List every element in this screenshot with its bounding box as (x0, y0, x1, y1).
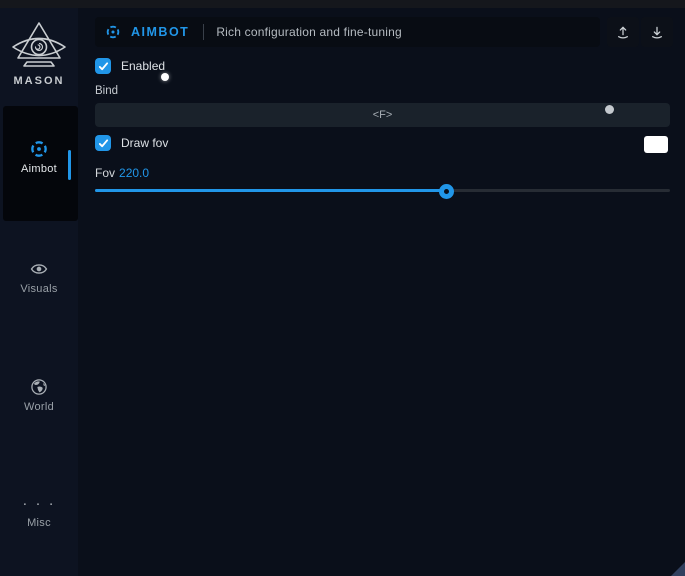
fov-label-row: Fov 220.0 (95, 166, 149, 180)
sidebar-item-label: Visuals (0, 283, 78, 295)
globe-icon (29, 377, 49, 397)
secondary-cursor-dot (605, 105, 614, 114)
page-header: AIMBOT Rich configuration and fine-tunin… (95, 17, 600, 47)
brand-logo: MASON (0, 20, 78, 87)
fov-slider-thumb[interactable] (439, 184, 454, 199)
enabled-label: Enabled (121, 58, 165, 74)
fov-slider-track[interactable] (95, 189, 670, 192)
fov-label: Fov (95, 166, 115, 180)
mouse-cursor-dot (161, 73, 169, 81)
bind-input[interactable]: <F> (95, 103, 670, 127)
fov-slider-fill (95, 189, 446, 192)
sidebar-item-misc[interactable]: · · · Misc (0, 497, 78, 529)
crosshair-icon (29, 139, 49, 159)
window-top-strip (0, 0, 685, 8)
fov-slider[interactable] (95, 183, 670, 197)
sidebar-item-label: World (0, 401, 78, 413)
brand-name: MASON (0, 75, 78, 87)
check-icon (98, 138, 109, 149)
import-config-button[interactable] (641, 17, 673, 47)
sidebar-item-world[interactable]: World (0, 377, 78, 413)
upload-icon (615, 24, 631, 40)
draw-fov-checkbox[interactable] (95, 135, 111, 151)
header-divider (203, 24, 204, 40)
page-subtitle: Rich configuration and fine-tuning (216, 25, 402, 39)
sidebar: MASON Aimbot Visuals Wor (0, 8, 78, 576)
draw-fov-label: Draw fov (121, 135, 168, 151)
mason-eye-pyramid-icon (10, 20, 68, 72)
app-window: MASON Aimbot Visuals Wor (0, 0, 685, 576)
export-config-button[interactable] (607, 17, 639, 47)
enabled-checkbox[interactable] (95, 58, 111, 74)
sidebar-item-visuals[interactable]: Visuals (0, 259, 78, 295)
corner-wedge (671, 562, 685, 576)
download-icon (649, 24, 665, 40)
page-title: AIMBOT (131, 25, 189, 39)
fov-value: 220.0 (119, 166, 149, 180)
sidebar-item-aimbot[interactable]: Aimbot (0, 139, 78, 175)
sidebar-item-label: Misc (0, 517, 78, 529)
eye-icon (29, 259, 49, 279)
bind-value: <F> (373, 109, 393, 121)
fov-color-swatch[interactable] (644, 136, 668, 153)
sidebar-item-label: Aimbot (0, 163, 78, 175)
crosshair-icon (105, 24, 121, 40)
ellipsis-icon: · · · (0, 497, 78, 517)
check-icon (98, 61, 109, 72)
bind-label: Bind (95, 85, 118, 97)
